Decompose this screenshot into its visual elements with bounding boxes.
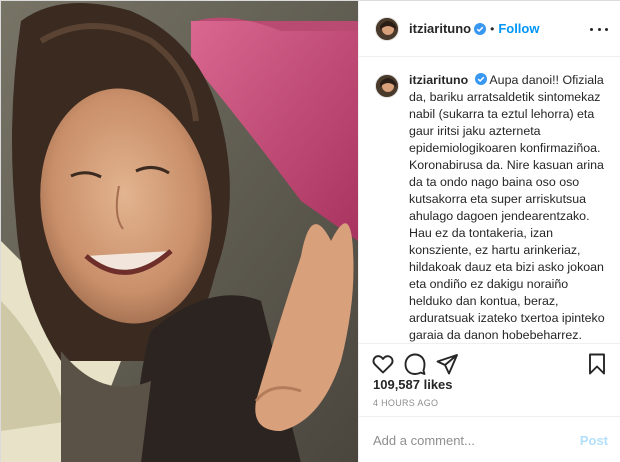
- more-options-icon[interactable]: [590, 21, 608, 37]
- bookmark-icon[interactable]: [585, 352, 609, 376]
- paper-plane-icon[interactable]: [435, 352, 459, 376]
- post-sidebar: itziarituno • Follow itziarituno Aupa da…: [358, 1, 620, 462]
- comments-section[interactable]: itziarituno Aupa danoi!! Ofiziala da, ba…: [359, 58, 620, 343]
- avatar-image: [376, 75, 398, 97]
- separator-dot: •: [490, 21, 495, 36]
- caption-username[interactable]: itziarituno: [409, 73, 468, 87]
- avatar-image: [376, 17, 398, 40]
- follow-button[interactable]: Follow: [498, 21, 539, 36]
- verified-badge-icon: [474, 73, 487, 85]
- action-bar: [359, 343, 620, 377]
- add-comment-bar: Post: [359, 416, 620, 462]
- post-photo[interactable]: [1, 1, 358, 462]
- post-header: itziarituno • Follow: [359, 1, 620, 57]
- heart-icon[interactable]: [371, 352, 395, 376]
- avatar[interactable]: [375, 16, 399, 41]
- post-comment-button[interactable]: Post: [580, 433, 608, 448]
- post-timestamp[interactable]: 4 HOURS AGO: [373, 398, 438, 408]
- caption-text: Aupa danoi!! Ofiziala da, bariku arratsa…: [409, 73, 605, 342]
- comment-input[interactable]: [373, 432, 580, 448]
- instagram-post: itziarituno • Follow itziarituno Aupa da…: [0, 0, 620, 462]
- caption: itziarituno Aupa danoi!! Ofiziala da, ba…: [409, 72, 606, 343]
- selfie-image: [1, 1, 358, 462]
- caption-avatar[interactable]: [375, 74, 399, 98]
- like-count[interactable]: 109,587 likes: [373, 377, 453, 392]
- caption-row: itziarituno Aupa danoi!! Ofiziala da, ba…: [375, 72, 606, 343]
- username[interactable]: itziarituno: [409, 21, 471, 36]
- comment-bubble-icon[interactable]: [403, 352, 427, 376]
- verified-badge-icon: [474, 22, 487, 35]
